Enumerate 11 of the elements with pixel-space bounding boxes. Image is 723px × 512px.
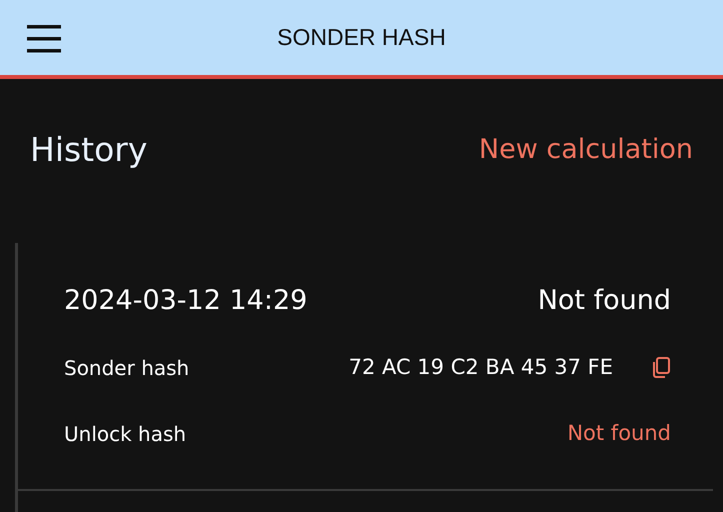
row-label: Unlock hash xyxy=(64,421,186,448)
copy-icon[interactable] xyxy=(651,357,671,379)
entry-date: 2024-03-12 14:29 xyxy=(64,284,308,318)
menu-icon[interactable] xyxy=(27,25,61,53)
hash-value: 72 AC 19 C2 BA 45 37 FE xyxy=(348,354,613,382)
status-text: Not found xyxy=(567,420,671,448)
entry-status: Not found xyxy=(538,284,671,318)
new-calculation-link[interactable]: New calculation xyxy=(478,130,693,170)
row-label: Sonder hash xyxy=(64,355,190,382)
history-title: History xyxy=(30,129,148,171)
app-title: SONDER HASH xyxy=(277,23,446,52)
